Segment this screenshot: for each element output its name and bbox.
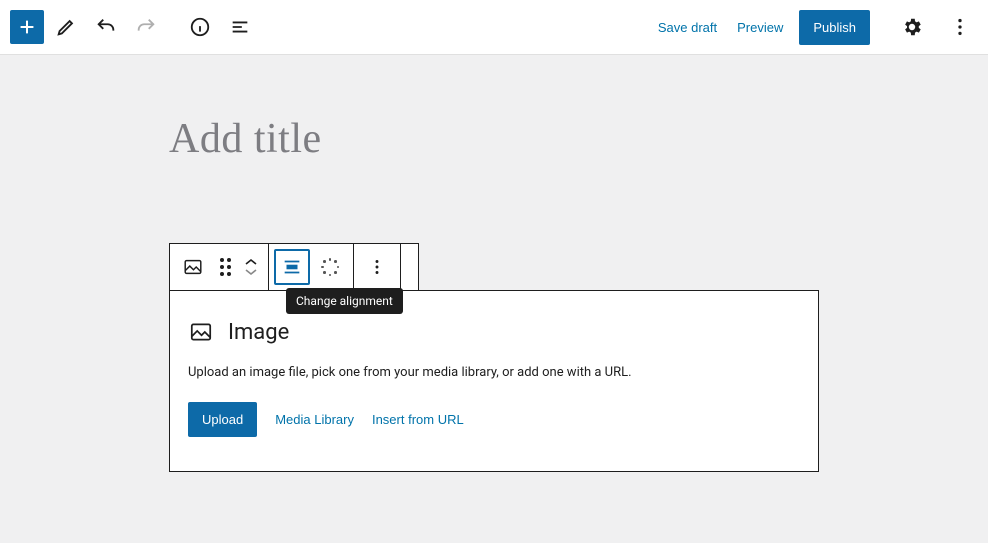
post-title-input[interactable] [169, 115, 819, 163]
block-more-options-button[interactable] [359, 249, 395, 285]
image-icon [188, 319, 214, 345]
spinner-icon [321, 258, 339, 276]
image-block-heading: Image [228, 320, 289, 345]
undo-button[interactable] [88, 9, 124, 45]
upload-button[interactable]: Upload [188, 402, 257, 437]
drag-icon [220, 258, 231, 276]
add-block-button[interactable] [10, 10, 44, 44]
image-block-placeholder: Image Upload an image file, pick one fro… [169, 290, 819, 472]
loading-spinner-button[interactable] [312, 249, 348, 285]
change-alignment-button[interactable] [274, 249, 310, 285]
dots-vertical-icon [366, 256, 388, 278]
block-toolbar: Change alignment [169, 243, 419, 291]
block-type-image-button[interactable] [175, 249, 211, 285]
top-toolbar-right: Save draft Preview Publish [654, 9, 978, 45]
editor-canvas: Change alignment Image Upload an image f… [0, 55, 988, 472]
tooltip-change-alignment: Change alignment [286, 288, 403, 314]
media-library-button[interactable]: Media Library [275, 412, 354, 427]
outline-button[interactable] [222, 9, 258, 45]
preview-button[interactable]: Preview [733, 14, 787, 41]
publish-button[interactable]: Publish [799, 10, 870, 45]
block-area: Change alignment Image Upload an image f… [169, 243, 819, 472]
save-draft-button[interactable]: Save draft [654, 14, 721, 41]
move-up-down-button[interactable] [239, 249, 263, 285]
redo-button[interactable] [128, 9, 164, 45]
more-options-button[interactable] [942, 9, 978, 45]
image-block-description: Upload an image file, pick one from your… [188, 365, 800, 380]
top-toolbar-left [10, 9, 258, 45]
info-button[interactable] [182, 9, 218, 45]
align-icon [281, 256, 303, 278]
chevron-up-icon [243, 257, 259, 267]
top-toolbar: Save draft Preview Publish [0, 0, 988, 55]
edit-mode-button[interactable] [48, 9, 84, 45]
image-icon [182, 256, 204, 278]
insert-from-url-button[interactable]: Insert from URL [372, 412, 464, 427]
drag-handle[interactable] [213, 249, 237, 285]
settings-button[interactable] [894, 9, 930, 45]
chevron-down-icon [243, 267, 259, 277]
